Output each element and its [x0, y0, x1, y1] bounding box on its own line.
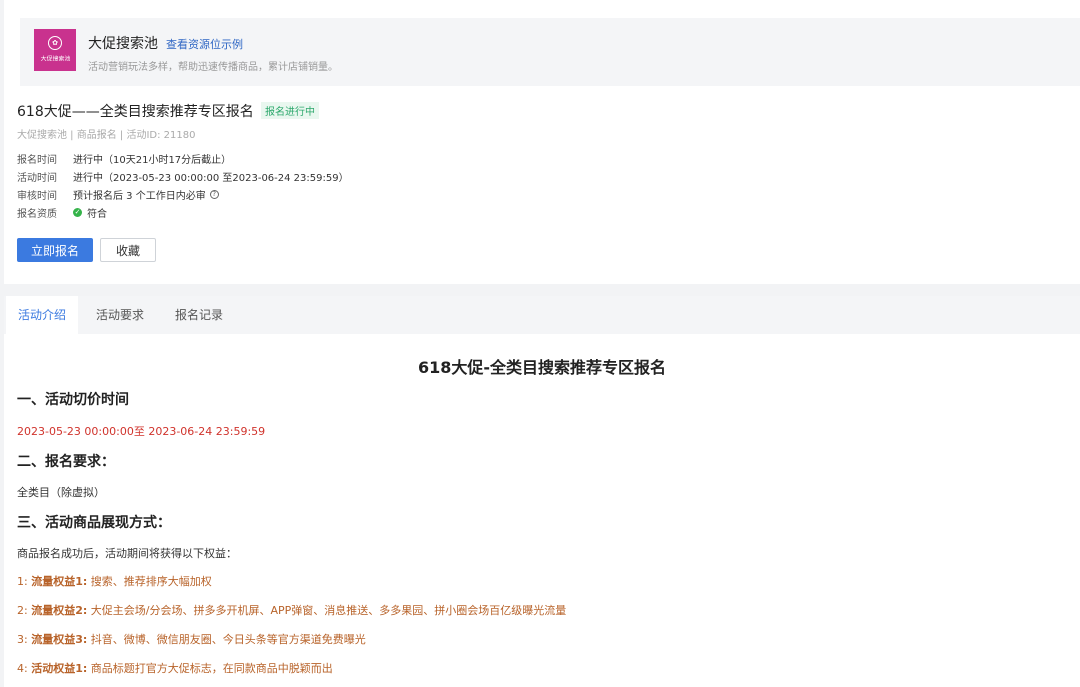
benefit-name: 流量权益3:	[31, 633, 88, 646]
section-heading-display: 三、活动商品展现方式：	[17, 515, 171, 531]
info-row-signup-time: 报名时间 进行中（10天21小时17分后截止）	[17, 151, 231, 166]
pool-title: 大促搜索池	[88, 36, 158, 52]
benefit-number: 1:	[17, 575, 28, 588]
benefit-name: 流量权益2:	[31, 604, 88, 617]
pool-description: 活动营销玩法多样，帮助迅速传播商品，累计店铺销量。	[88, 62, 338, 73]
benefit-item: 4: 活动权益1: 商品标题打官方大促标志，在同款商品中脱颖而出	[17, 660, 333, 676]
info-key: 报名资质	[17, 209, 57, 220]
content-title: 618大促-全类目搜索推荐专区报名	[417, 358, 667, 377]
activity-intro-content: 618大促-全类目搜索推荐专区报名 一、活动切价时间 2023-05-23 00…	[4, 334, 1080, 687]
info-value: 进行中（2023-05-23 00:00:00 至2023-06-24 23:5…	[73, 173, 349, 184]
info-key: 审核时间	[17, 191, 57, 202]
benefit-item: 3: 流量权益3: 抖音、微博、微信朋友圈、今日头条等官方渠道免费曝光	[17, 631, 366, 647]
page: ✿ 大促搜索池 大促搜索池 查看资源位示例 活动营销玩法多样，帮助迅速传播商品，…	[0, 0, 1080, 687]
pool-logo-text: 大促搜索池	[40, 55, 70, 63]
benefit-name: 流量权益1:	[31, 575, 88, 588]
time-range: 2023-05-23 00:00:00至 2023-06-24 23:59:59	[17, 425, 266, 438]
benefit-name: 活动权益1:	[31, 662, 88, 675]
favorite-button[interactable]: 收藏	[100, 238, 156, 262]
status-badge: 报名进行中	[261, 102, 319, 119]
apply-button[interactable]: 立即报名	[17, 238, 93, 262]
tab-activity-requirements[interactable]: 活动要求	[96, 296, 144, 334]
help-icon[interactable]: ?	[209, 190, 219, 199]
info-row-review-time: 审核时间 预计报名后 3 个工作日内必审 ?	[17, 187, 219, 202]
section-heading-requirements: 二、报名要求：	[17, 454, 115, 470]
flower-icon: ✿	[48, 36, 62, 50]
view-resource-example-link[interactable]: 查看资源位示例	[166, 36, 243, 52]
benefit-item: 2: 流量权益2: 大促主会场/分会场、拼多多开机屏、APP弹窗、消息推送、多多…	[17, 602, 566, 618]
info-value: 符合	[87, 209, 107, 220]
benefit-text: 大促主会场/分会场、拼多多开机屏、APP弹窗、消息推送、多多果园、拼小圈会场百亿…	[90, 604, 567, 617]
benefit-text: 搜索、推荐排序大幅加权	[90, 575, 212, 588]
benefits-intro: 商品报名成功后，活动期间将获得以下权益：	[17, 547, 237, 560]
info-value: 预计报名后 3 个工作日内必审	[73, 191, 206, 202]
tab-signup-records[interactable]: 报名记录	[175, 296, 223, 334]
activity-card: ✿ 大促搜索池 大促搜索池 查看资源位示例 活动营销玩法多样，帮助迅速传播商品，…	[4, 0, 1080, 284]
benefit-number: 3:	[17, 633, 28, 646]
activity-meta: 大促搜索池 | 商品报名 | 活动ID: 21180	[17, 130, 196, 141]
info-value: 进行中（10天21小时17分后截止）	[73, 155, 232, 166]
section-heading-time: 一、活动切价时间	[17, 392, 129, 408]
info-key: 报名时间	[17, 155, 57, 166]
benefit-item: 1: 流量权益1: 搜索、推荐排序大幅加权	[17, 573, 212, 589]
benefit-text: 商品标题打官方大促标志，在同款商品中脱颖而出	[90, 662, 333, 675]
requirement-text: 全类目（除虚拟）	[17, 486, 105, 499]
tab-bar: 活动介绍 活动要求 报名记录	[4, 296, 1080, 334]
pool-logo: ✿ 大促搜索池	[34, 29, 76, 71]
benefit-number: 4:	[17, 662, 28, 675]
benefit-text: 抖音、微博、微信朋友圈、今日头条等官方渠道免费曝光	[90, 633, 366, 646]
benefit-number: 2:	[17, 604, 28, 617]
check-icon: ✓	[73, 208, 82, 217]
activity-title: 618大促——全类目搜索推荐专区报名	[17, 104, 254, 120]
tab-activity-intro[interactable]: 活动介绍	[6, 296, 79, 334]
info-key: 活动时间	[17, 173, 57, 184]
resource-pool-banner: ✿ 大促搜索池 大促搜索池 查看资源位示例 活动营销玩法多样，帮助迅速传播商品，…	[20, 18, 1080, 86]
info-row-activity-time: 活动时间 进行中（2023-05-23 00:00:00 至2023-06-24…	[17, 169, 349, 184]
info-row-eligibility: 报名资质 ✓ 符合	[17, 205, 107, 220]
